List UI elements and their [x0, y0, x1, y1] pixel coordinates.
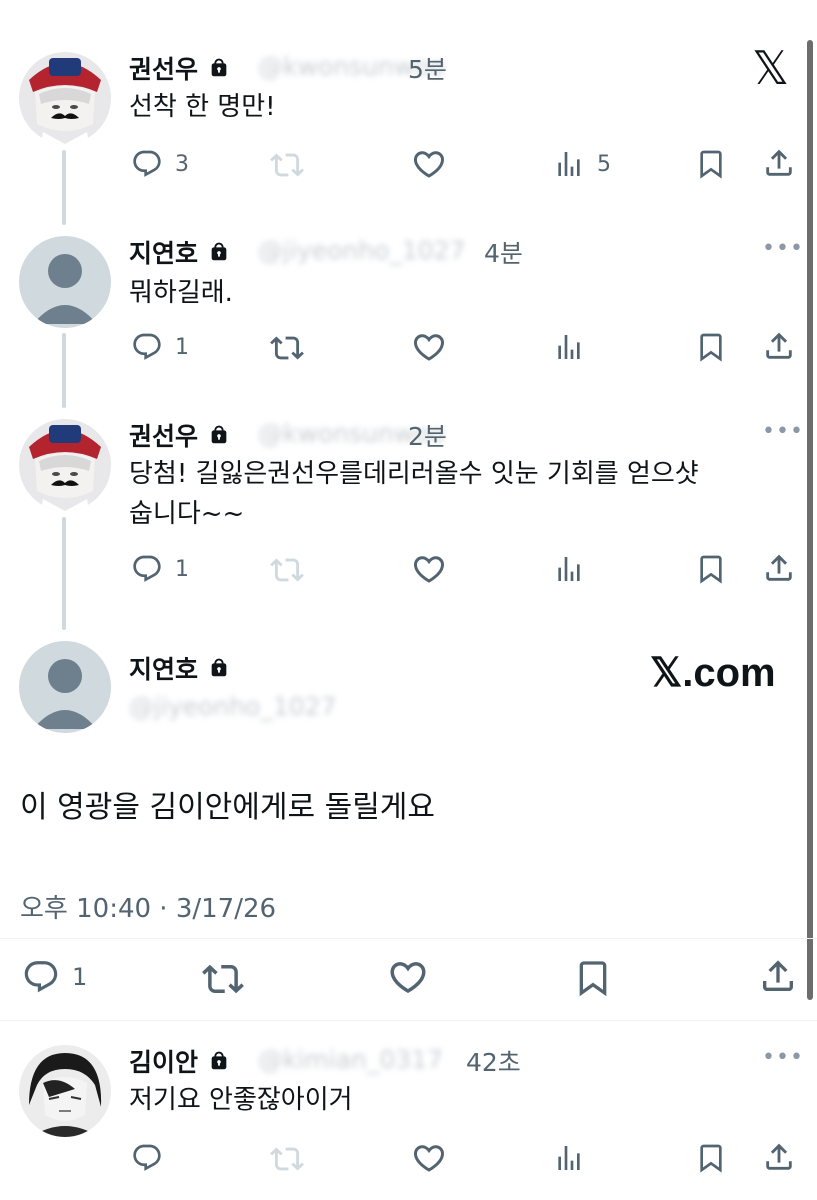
x-logo: 𝕏	[752, 41, 790, 95]
heart-icon	[411, 329, 447, 365]
share-icon	[758, 956, 798, 996]
lock-icon	[208, 656, 230, 680]
bookmark-button[interactable]	[695, 148, 727, 180]
bookmark-button[interactable]	[695, 553, 727, 585]
post-time[interactable]: 2분	[408, 417, 447, 453]
avatar[interactable]	[19, 52, 111, 144]
like-button[interactable]	[411, 146, 447, 182]
share-button[interactable]	[758, 956, 798, 996]
author-handle[interactable]: @jiyeonho_1027	[258, 236, 465, 265]
retweet-button[interactable]	[270, 1142, 304, 1176]
reply-icon	[22, 958, 60, 996]
reply-icon	[131, 553, 163, 585]
bookmark-icon	[695, 331, 727, 363]
reply-button[interactable]: 1	[131, 331, 189, 363]
retweet-button[interactable]	[270, 331, 304, 365]
post-time[interactable]: 42초	[466, 1043, 521, 1079]
author-name[interactable]: 지연호	[129, 650, 230, 686]
lock-icon	[208, 240, 230, 264]
author-name[interactable]: 권선우	[129, 417, 230, 453]
post-time[interactable]: 5분	[408, 50, 447, 86]
heart-icon	[411, 146, 447, 182]
avatar[interactable]	[19, 1045, 111, 1137]
more-options-icon[interactable]: •••	[762, 419, 804, 444]
views-icon	[553, 553, 585, 585]
reply-icon	[131, 1142, 163, 1174]
retweet-button[interactable]	[202, 958, 244, 1000]
more-options-icon[interactable]: •••	[762, 236, 804, 261]
bookmark-icon	[573, 958, 613, 998]
retweet-icon	[270, 1142, 304, 1176]
share-button[interactable]	[762, 551, 796, 585]
thread-connector	[62, 517, 66, 630]
views-icon	[553, 1142, 585, 1174]
author-name[interactable]: 김이안	[129, 1043, 230, 1079]
scrollbar[interactable]	[807, 40, 813, 1000]
like-button[interactable]	[411, 329, 447, 365]
like-button[interactable]	[411, 551, 447, 587]
author-handle[interactable]: @kimian_0317	[258, 1045, 443, 1074]
bookmark-icon	[695, 1142, 727, 1174]
like-button[interactable]	[387, 956, 429, 998]
reply-button[interactable]: 1	[22, 958, 87, 996]
retweet-button[interactable]	[270, 148, 304, 182]
author-name[interactable]: 권선우	[129, 50, 230, 86]
like-button[interactable]	[411, 1140, 447, 1176]
bookmark-icon	[695, 148, 727, 180]
retweet-icon	[270, 553, 304, 587]
retweet-icon	[270, 148, 304, 182]
tweet-text: 이 영광을 김이안에게로 돌릴게요	[20, 790, 436, 825]
bookmark-button[interactable]	[695, 1142, 727, 1174]
reply-icon	[131, 331, 163, 363]
divider	[0, 1020, 817, 1021]
heart-icon	[387, 956, 429, 998]
retweet-icon	[270, 331, 304, 365]
tweet-text-line: 당첨! 길잃은권선우를데리러올수 잇눈 기회를 얻으샷	[129, 459, 699, 489]
retweet-icon	[202, 958, 244, 1000]
thread-connector	[62, 333, 66, 408]
divider	[0, 938, 817, 939]
x-com-watermark: 𝕏.com	[650, 651, 776, 695]
share-button[interactable]	[762, 146, 796, 180]
avatar[interactable]	[19, 236, 111, 328]
tweet-text: 저기요 안좋잖아이거	[129, 1085, 353, 1115]
tweet-text-line: 숩니다~~	[129, 499, 245, 529]
views-button[interactable]	[553, 1142, 585, 1174]
views-icon	[553, 331, 585, 363]
avatar[interactable]	[19, 419, 111, 511]
heart-icon	[411, 551, 447, 587]
author-name[interactable]: 지연호	[129, 234, 230, 270]
bookmark-button[interactable]	[573, 958, 613, 998]
more-options-icon[interactable]: •••	[762, 1045, 804, 1070]
tweet-timestamp[interactable]: 오후 10:40 · 3/17/26	[20, 888, 276, 925]
views-button[interactable]	[553, 553, 585, 585]
reply-icon	[131, 148, 163, 180]
author-handle[interactable]: @jiyeonho_1027	[129, 692, 336, 721]
retweet-button[interactable]	[270, 553, 304, 587]
share-button[interactable]	[762, 329, 796, 363]
avatar[interactable]	[19, 641, 111, 733]
tweet-text: 선착 한 명만!	[129, 92, 276, 122]
share-icon	[762, 329, 796, 363]
bookmark-icon	[695, 553, 727, 585]
bookmark-button[interactable]	[695, 331, 727, 363]
lock-icon	[208, 56, 230, 80]
views-icon	[553, 148, 585, 180]
views-button[interactable]: 5	[553, 148, 611, 180]
post-time[interactable]: 4분	[484, 234, 523, 270]
share-icon	[762, 146, 796, 180]
reply-button[interactable]	[131, 1142, 163, 1174]
reply-button[interactable]: 3	[131, 148, 189, 180]
reply-button[interactable]: 1	[131, 553, 189, 585]
tweet-text: 뭐하길래.	[129, 278, 233, 308]
heart-icon	[411, 1140, 447, 1176]
lock-icon	[208, 423, 230, 447]
lock-icon	[208, 1049, 230, 1073]
views-button[interactable]	[553, 331, 585, 363]
share-button[interactable]	[762, 1140, 796, 1174]
thread-connector	[62, 150, 66, 225]
share-icon	[762, 551, 796, 585]
share-icon	[762, 1140, 796, 1174]
